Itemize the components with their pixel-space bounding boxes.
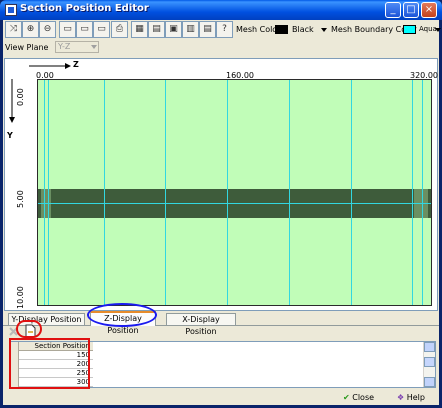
pointer-icon[interactable]: ⤨: [5, 21, 22, 38]
mesh-color-label: Mesh Color: [236, 25, 281, 34]
export-icon[interactable]: ▤: [199, 21, 216, 38]
scroll-thumb[interactable]: [424, 357, 435, 367]
view-d-icon[interactable]: ▦: [131, 21, 148, 38]
y-tick-label: 5.00: [16, 190, 25, 208]
zoom-in-icon[interactable]: ⊕: [22, 21, 39, 38]
y-axis-label: Y: [7, 131, 13, 140]
view-plane-select[interactable]: Y-Z: [55, 41, 99, 53]
view-e-icon[interactable]: ▤: [148, 21, 165, 38]
boundary-color-swatch[interactable]: [403, 25, 416, 34]
section-line[interactable]: [104, 80, 105, 305]
mesh-color-value[interactable]: Black: [292, 25, 314, 34]
tab-x-display-position[interactable]: X-Display Position: [166, 313, 236, 336]
table-cell[interactable]: 300: [19, 378, 93, 387]
table-cell[interactable]: 200: [19, 360, 93, 369]
app-icon: [5, 4, 17, 16]
maximize-button[interactable]: □: [403, 2, 419, 18]
close-window-button[interactable]: ×: [421, 2, 437, 18]
view-g-icon[interactable]: ▥: [182, 21, 199, 38]
minimize-button[interactable]: _: [385, 2, 401, 18]
view-plane-label: View Plane: [5, 43, 49, 52]
tab-strip: Y-Display Position Z-Display Position X-…: [3, 311, 439, 336]
grid-scrollbar[interactable]: [423, 342, 435, 387]
view-f-icon[interactable]: ▣: [165, 21, 182, 38]
view-plane-value: Y-Z: [58, 42, 71, 51]
mesh-canvas[interactable]: Z Y 0.00 160.00 320.00 0.00 5.00 10.00: [4, 58, 438, 311]
chevron-down-icon: [91, 45, 97, 49]
help-book-icon: ❖: [397, 393, 405, 402]
close-button[interactable]: ✔ Close: [343, 391, 374, 405]
view-c-icon[interactable]: ▭: [93, 21, 110, 38]
view-a-icon[interactable]: ▭: [59, 21, 76, 38]
scroll-down-button[interactable]: [424, 377, 435, 387]
section-line[interactable]: [289, 80, 290, 305]
new-row-icon[interactable]: [23, 324, 37, 338]
mesh-color-swatch[interactable]: [275, 25, 288, 34]
table-cell[interactable]: 150: [19, 351, 93, 360]
section-position-grid[interactable]: Section Position 150 200 250 300: [10, 341, 436, 388]
tab-label: Z-Display Position: [104, 314, 142, 335]
table-cell[interactable]: 250: [19, 369, 93, 378]
plot-area[interactable]: [37, 79, 432, 306]
mesh-color-dropdown-icon[interactable]: [321, 28, 327, 32]
help-button-label: Help: [406, 393, 425, 402]
centroid-line: [38, 203, 431, 204]
tab-y-display-position[interactable]: Y-Display Position: [8, 313, 85, 325]
section-line[interactable]: [422, 80, 423, 305]
section-line[interactable]: [351, 80, 352, 305]
checkmark-icon: ✔: [343, 393, 350, 402]
toolbar: ⤨ ⊕ ⊖ ▭ ▭ ▭ ⎙ ▦ ▤ ▣ ▥ ▤ ? Mesh Color Bla…: [3, 20, 441, 40]
tab-label: X-Display Position: [182, 315, 220, 336]
title-bar[interactable]: Section Position Editor _ □ ×: [0, 0, 442, 20]
view-b-icon[interactable]: ▭: [76, 21, 93, 38]
section-position-editor-window: Section Position Editor _ □ × ⤨ ⊕ ⊖ ▭ ▭ …: [0, 0, 442, 408]
print-icon[interactable]: ⎙: [111, 21, 128, 38]
client-area: ⤨ ⊕ ⊖ ▭ ▭ ▭ ⎙ ▦ ▤ ▣ ▥ ▤ ? Mesh Color Bla…: [3, 20, 441, 405]
scroll-up-button[interactable]: [424, 342, 435, 352]
y-tick-label: 0.00: [16, 88, 25, 106]
section-line[interactable]: [412, 80, 413, 305]
help-button[interactable]: ❖ Help: [397, 391, 425, 405]
tab-z-display-position[interactable]: Z-Display Position: [90, 311, 156, 335]
section-position-header[interactable]: Section Position: [19, 342, 93, 351]
tab-label: Y-Display Position: [11, 315, 82, 324]
window-title: Section Position Editor: [20, 3, 149, 14]
close-button-label: Close: [352, 393, 375, 402]
y-tick-label: 10.00: [16, 286, 25, 309]
row-header-column: [11, 342, 19, 387]
section-position-column: Section Position 150 200 250 300: [19, 342, 93, 387]
zoom-out-icon[interactable]: ⊖: [39, 21, 56, 38]
z-axis-label: Z: [73, 60, 79, 69]
help-icon[interactable]: ?: [216, 21, 233, 38]
boundary-color-dropdown-icon[interactable]: [435, 28, 441, 32]
section-line[interactable]: [48, 80, 49, 305]
section-line[interactable]: [165, 80, 166, 305]
delete-row-icon[interactable]: [7, 325, 21, 339]
section-line[interactable]: [44, 80, 45, 305]
section-line[interactable]: [227, 80, 228, 305]
